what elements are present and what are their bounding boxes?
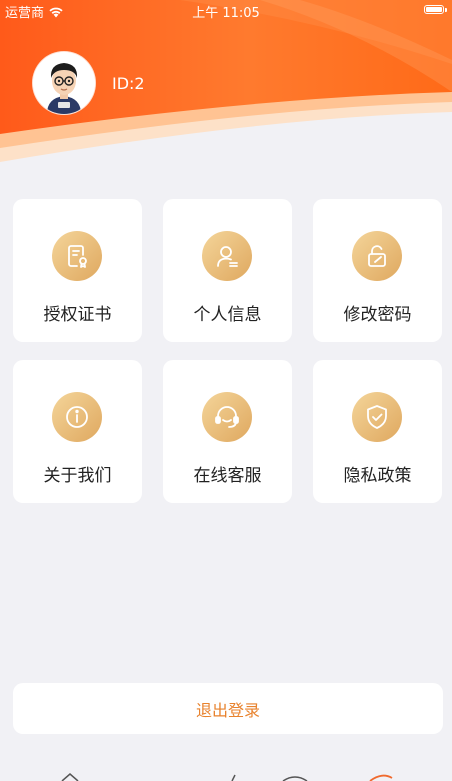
battery-icon: [424, 5, 447, 14]
menu-card-personal-info[interactable]: 个人信息: [163, 199, 292, 342]
info-icon: [52, 392, 102, 442]
menu-card-about-us[interactable]: 关于我们: [13, 360, 142, 503]
tab-bar-partial-icons: [61, 773, 393, 781]
menu-card-label: 授权证书: [43, 305, 112, 325]
message-tab-icon: [282, 776, 308, 781]
menu-card-label: 在线客服: [193, 466, 262, 486]
user-icon: [202, 231, 252, 281]
home-tab-icon: [61, 773, 79, 781]
menu-card-change-password[interactable]: 修改密码: [313, 199, 442, 342]
tab-bar: [0, 764, 452, 781]
menu-card-label: 修改密码: [343, 305, 412, 325]
user-id: ID:2: [112, 74, 145, 93]
menu-card-label: 关于我们: [43, 466, 112, 486]
lock-icon: [352, 231, 402, 281]
menu-card-label: 隐私政策: [343, 466, 412, 486]
status-bar: 运营商 上午 11:05: [0, 0, 452, 22]
menu-grid: 授权证书 个人信息 修改密码 关于我们 在线客服 隐私政策: [13, 199, 443, 503]
status-time: 上午 11:05: [192, 6, 260, 21]
menu-card-label: 个人信息: [193, 305, 262, 325]
menu-card-online-service[interactable]: 在线客服: [163, 360, 292, 503]
menu-card-privacy-policy[interactable]: 隐私政策: [313, 360, 442, 503]
avatar[interactable]: [33, 52, 95, 114]
avatar-illustration: [33, 52, 95, 114]
shield-icon: [352, 392, 402, 442]
headset-icon: [202, 392, 252, 442]
tool-tab-icon: [231, 774, 236, 781]
logout-button[interactable]: 退出登录: [13, 683, 443, 734]
menu-card-certificate[interactable]: 授权证书: [13, 199, 142, 342]
profile-tab-icon: [369, 774, 393, 781]
certificate-icon: [52, 231, 102, 281]
